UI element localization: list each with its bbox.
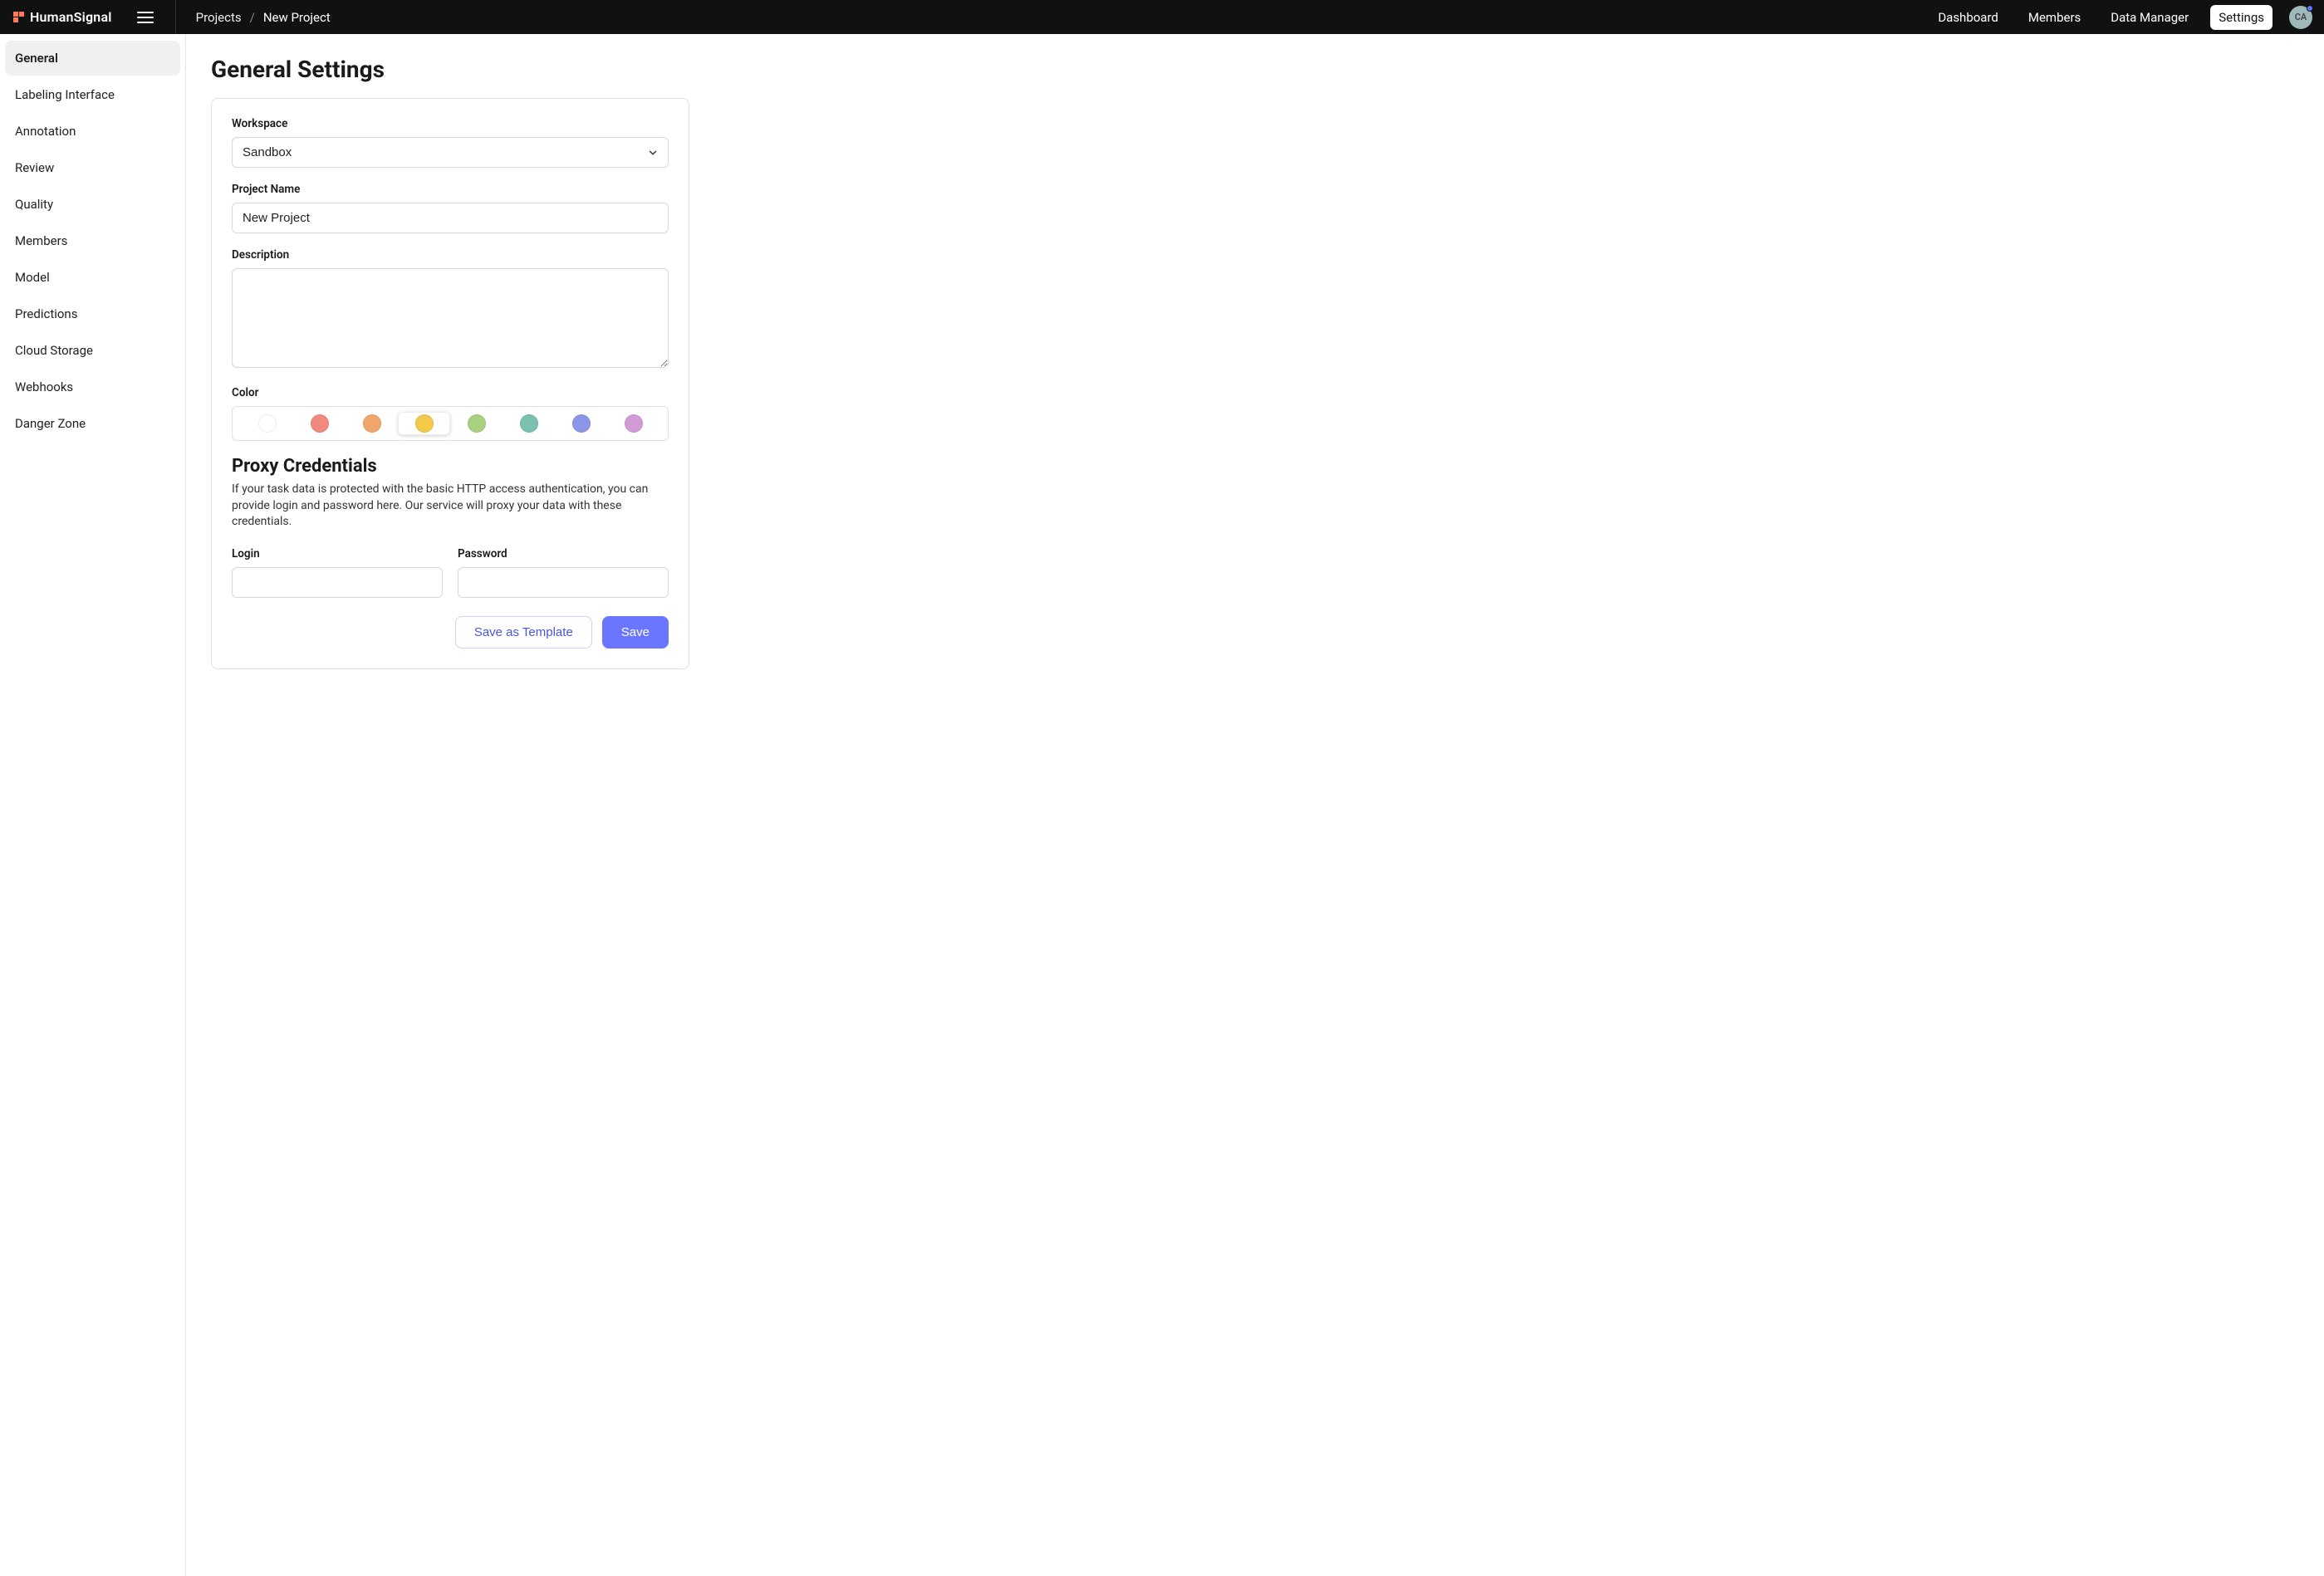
login-field: Login	[232, 547, 443, 598]
color-swatch-7[interactable]	[607, 412, 659, 435]
sidebar-item-cloud-storage[interactable]: Cloud Storage	[5, 333, 180, 368]
color-label: Color	[232, 386, 669, 399]
login-label: Login	[232, 547, 443, 560]
color-swatch-5-dot	[520, 414, 538, 433]
workspace-label: Workspace	[232, 117, 669, 130]
sidebar: General Labeling Interface Annotation Re…	[0, 34, 186, 1576]
description-label: Description	[232, 248, 669, 262]
color-swatch-0-dot	[258, 414, 277, 433]
workspace-select[interactable]: Sandbox	[232, 137, 669, 168]
breadcrumb-current: New Project	[263, 10, 331, 25]
color-field: Color	[232, 386, 669, 441]
nav-data-manager[interactable]: Data Manager	[2102, 5, 2197, 30]
proxy-title: Proxy Credentials	[232, 456, 669, 477]
color-swatch-2[interactable]	[346, 412, 398, 435]
color-swatch-3-dot	[415, 414, 434, 433]
proxy-fields: Login Password	[232, 547, 669, 598]
color-swatch-1-dot	[311, 414, 329, 433]
button-row: Save as Template Save	[232, 616, 669, 649]
avatar[interactable]: CA	[2289, 6, 2312, 29]
notification-dot-icon	[2307, 5, 2313, 12]
brand-name: HumanSignal	[30, 9, 112, 25]
sidebar-item-predictions[interactable]: Predictions	[5, 296, 180, 331]
brand-logo-icon	[13, 12, 25, 23]
color-swatch-4[interactable]	[450, 412, 503, 435]
description-field: Description	[232, 248, 669, 371]
nav-dashboard[interactable]: Dashboard	[1929, 5, 2007, 30]
password-field: Password	[458, 547, 669, 598]
project-name-label: Project Name	[232, 183, 669, 196]
password-input[interactable]	[458, 567, 669, 598]
body: General Labeling Interface Annotation Re…	[0, 34, 2324, 1576]
color-swatch-5[interactable]	[503, 412, 555, 435]
topbar: HumanSignal Projects / New Project Dashb…	[0, 0, 2324, 34]
vertical-separator	[175, 0, 176, 34]
workspace-field: Workspace Sandbox	[232, 117, 669, 168]
page-title: General Settings	[211, 56, 2299, 83]
main: General Settings Workspace Sandbox Proje…	[186, 34, 2324, 1576]
breadcrumb: Projects / New Project	[196, 10, 331, 25]
color-swatch-3[interactable]	[398, 412, 450, 435]
project-name-field: Project Name	[232, 183, 669, 233]
color-swatch-6[interactable]	[555, 412, 607, 435]
color-swatch-4-dot	[468, 414, 486, 433]
nav-members[interactable]: Members	[2020, 5, 2089, 30]
color-row	[232, 406, 669, 441]
save-button[interactable]: Save	[602, 616, 669, 649]
sidebar-item-labeling-interface[interactable]: Labeling Interface	[5, 77, 180, 112]
sidebar-item-danger-zone[interactable]: Danger Zone	[5, 406, 180, 441]
sidebar-item-webhooks[interactable]: Webhooks	[5, 370, 180, 404]
color-swatch-6-dot	[572, 414, 591, 433]
color-swatch-0[interactable]	[241, 412, 293, 435]
description-input[interactable]	[232, 268, 669, 368]
login-input[interactable]	[232, 567, 443, 598]
top-nav: Dashboard Members Data Manager Settings …	[1929, 5, 2312, 30]
sidebar-item-members[interactable]: Members	[5, 223, 180, 258]
menu-toggle-icon[interactable]	[137, 12, 154, 23]
color-swatch-2-dot	[363, 414, 381, 433]
save-as-template-button[interactable]: Save as Template	[455, 616, 592, 649]
sidebar-item-model[interactable]: Model	[5, 260, 180, 295]
sidebar-item-review[interactable]: Review	[5, 150, 180, 185]
color-swatch-1[interactable]	[293, 412, 346, 435]
settings-card: Workspace Sandbox Project Name Descripti…	[211, 98, 689, 669]
nav-settings[interactable]: Settings	[2210, 5, 2273, 30]
project-name-input[interactable]	[232, 203, 669, 233]
breadcrumb-root[interactable]: Projects	[196, 10, 242, 25]
password-label: Password	[458, 547, 669, 560]
breadcrumb-sep: /	[250, 10, 255, 25]
proxy-desc: If your task data is protected with the …	[232, 482, 669, 531]
color-swatch-7-dot	[625, 414, 643, 433]
avatar-initials: CA	[2295, 12, 2307, 22]
brand[interactable]: HumanSignal	[13, 9, 112, 25]
sidebar-item-general[interactable]: General	[5, 41, 180, 76]
sidebar-item-annotation[interactable]: Annotation	[5, 114, 180, 149]
sidebar-item-quality[interactable]: Quality	[5, 187, 180, 222]
